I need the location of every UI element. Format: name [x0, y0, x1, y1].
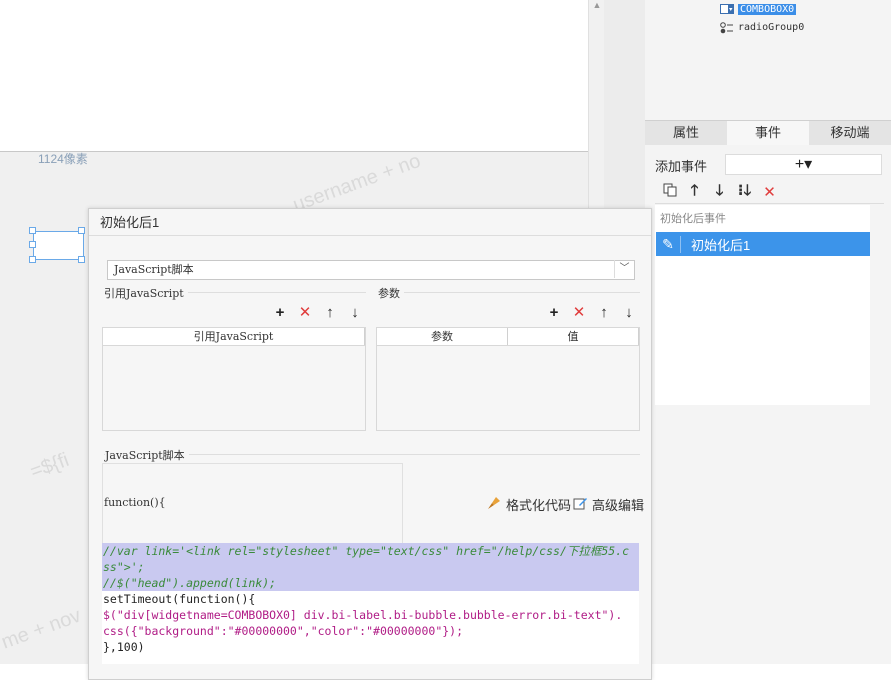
dialog-title: 初始化后1 [100, 215, 160, 230]
arrow-down-icon[interactable]: 🡓 [709, 180, 730, 205]
code-line: $("div[widgetname=COMBOBOX0] div.bi-labe… [103, 608, 623, 622]
ref-js-toolbar: + ✕ ↑ ↓ [272, 303, 363, 322]
arrow-up-icon[interactable]: ↑ [596, 304, 612, 321]
copy-icon[interactable] [659, 183, 680, 201]
add-event-button[interactable]: +▾ [725, 154, 882, 175]
code-line: setTimeout(function(){ [103, 592, 256, 606]
combobox-icon [720, 4, 734, 14]
event-toolbar: 🡑 🡓 ⁝🡓 ✕ [655, 181, 884, 204]
param-section-label: 参数 [378, 285, 404, 301]
advanced-edit-label: 高级编辑 [592, 498, 645, 513]
code-editor[interactable]: //var link='<link rel="stylesheet" type=… [102, 543, 639, 664]
scroll-up-icon[interactable]: ▲ [591, 0, 603, 12]
selected-widget[interactable] [33, 231, 84, 260]
js-script-section-label: JavaScript脚本 [105, 447, 189, 463]
add-icon[interactable]: + [272, 304, 288, 321]
tree-item-radio-group[interactable]: radioGroup0 [720, 19, 804, 35]
format-code-button[interactable]: 格式化代码 [486, 495, 571, 514]
panel-tabs: 属性 事件 移动端 [645, 120, 891, 145]
move-bottom-icon[interactable]: ⁝🡓 [734, 180, 755, 205]
param-toolbar: + ✕ ↑ ↓ [546, 303, 637, 322]
tab-events[interactable]: 事件 [727, 121, 809, 145]
format-code-label: 格式化代码 [506, 498, 572, 513]
arrow-up-icon[interactable]: 🡑 [684, 180, 705, 205]
section-divider [378, 292, 640, 293]
chevron-down-icon[interactable]: ﹀ [614, 260, 634, 278]
arrow-down-icon[interactable]: ↓ [621, 304, 637, 321]
canvas-size-label: 1124像素 [38, 152, 88, 166]
arrow-down-icon[interactable]: ↓ [347, 304, 363, 321]
tree-item-label: COMBOBOX0 [738, 3, 797, 15]
add-event-label: 添加事件 [655, 159, 708, 174]
ref-js-table[interactable]: 引用JavaScript [102, 327, 366, 431]
advanced-edit-button[interactable]: 高级编辑 [573, 495, 644, 514]
tree-item-label: radioGroup0 [738, 21, 805, 33]
radio-group-icon [720, 22, 734, 34]
edit-pencil-icon[interactable]: ✎ [656, 235, 681, 253]
delete-icon[interactable]: ✕ [759, 183, 780, 201]
script-type-select[interactable]: JavaScript脚本 [107, 260, 635, 280]
delete-icon[interactable]: ✕ [297, 303, 313, 321]
resize-handle[interactable] [29, 227, 36, 234]
code-line: //var link='<link rel="stylesheet" type=… [102, 543, 639, 559]
event-group-header: 初始化后事件 [660, 213, 726, 225]
table-header: 引用JavaScript [103, 328, 365, 346]
ref-js-section-label: 引用JavaScript [104, 285, 188, 301]
param-table[interactable]: 参数 值 [376, 327, 640, 431]
resize-handle[interactable] [78, 227, 85, 234]
event-list-item[interactable]: ✎ 初始化后1 [656, 232, 870, 256]
column-header: 引用JavaScript [103, 328, 365, 345]
tree-item-combobox[interactable]: COMBOBOX0 [720, 1, 797, 17]
delete-icon[interactable]: ✕ [571, 303, 587, 321]
tab-properties[interactable]: 属性 [645, 121, 727, 145]
event-item-label: 初始化后1 [691, 237, 751, 253]
table-header: 参数 值 [377, 328, 639, 346]
column-header: 值 [508, 328, 639, 345]
code-line: css({"background":"#00000000","color":"#… [103, 624, 464, 638]
column-header: 参数 [377, 328, 508, 345]
arrow-up-icon[interactable]: ↑ [322, 304, 338, 321]
edit-icon [573, 496, 588, 514]
canvas-boundary-line [0, 151, 588, 152]
resize-handle[interactable] [78, 256, 85, 263]
dialog-title-divider [89, 235, 651, 236]
code-line: ss">'; [102, 559, 639, 575]
add-icon[interactable]: + [546, 304, 562, 321]
code-line: //$("head").append(link); [102, 575, 639, 591]
broom-icon [486, 495, 502, 514]
code-line: },100) [103, 640, 145, 654]
resize-handle[interactable] [29, 256, 36, 263]
resize-handle[interactable] [29, 241, 36, 248]
function-header: function(){ [104, 496, 166, 509]
tab-mobile[interactable]: 移动端 [809, 121, 891, 145]
